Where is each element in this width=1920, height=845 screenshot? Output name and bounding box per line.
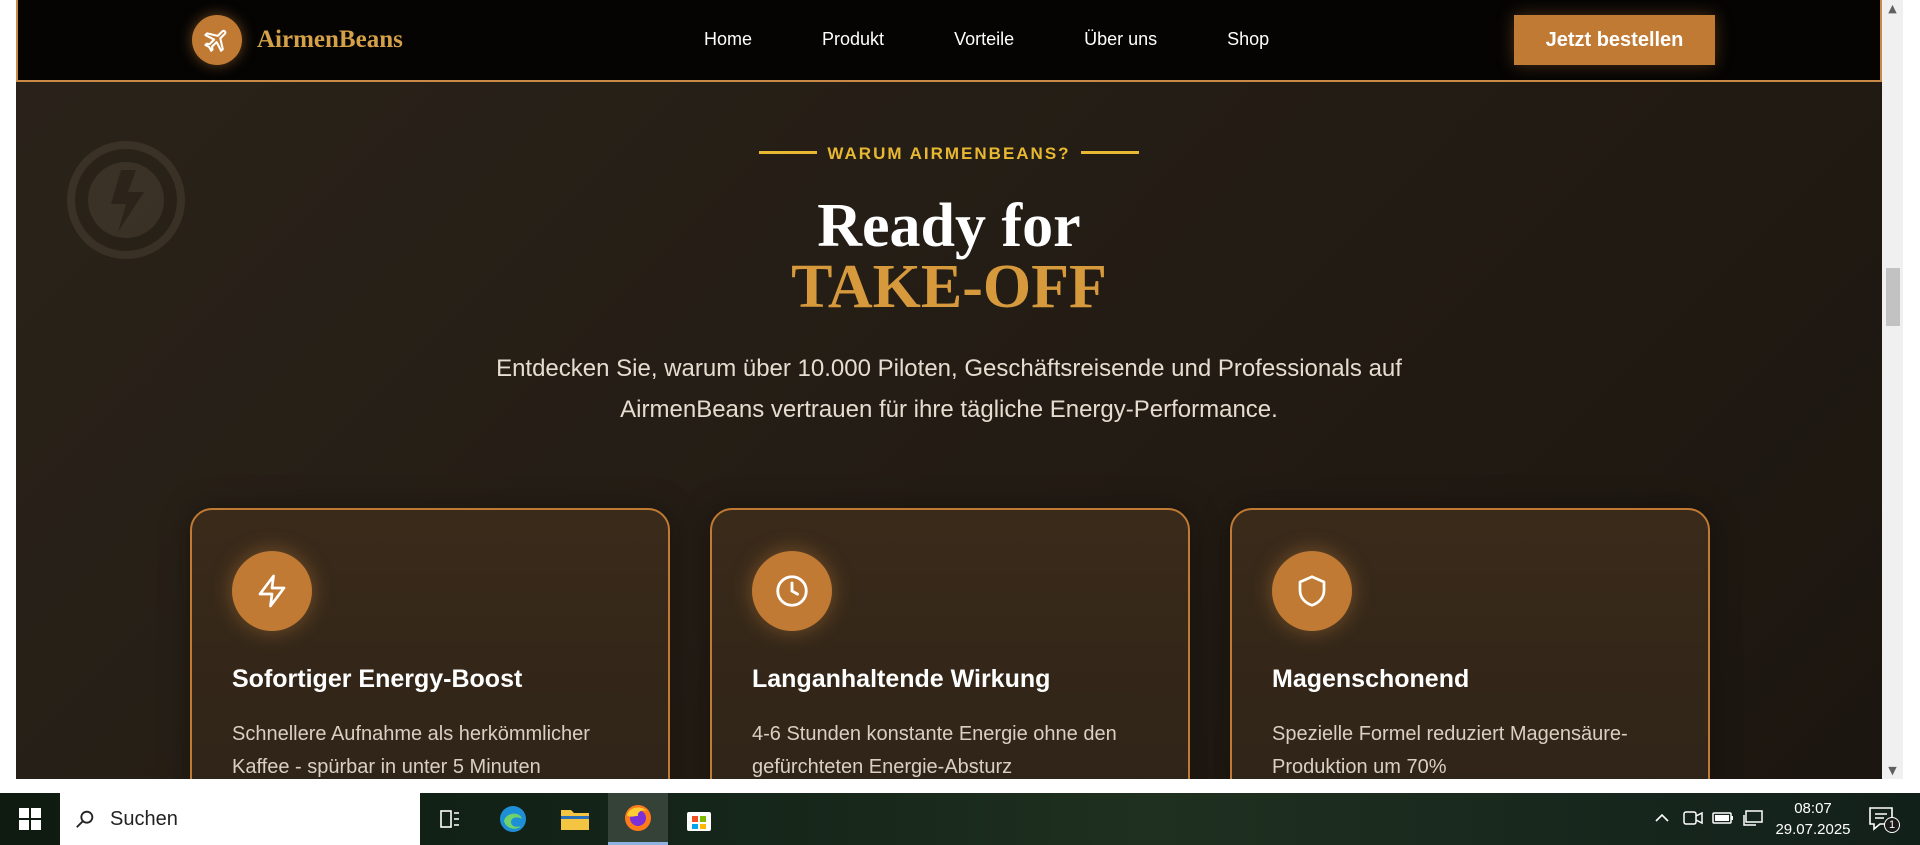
logo-badge[interactable]	[192, 15, 242, 65]
window-left-edge	[0, 0, 16, 779]
tray-chevron-up-icon[interactable]	[1652, 808, 1672, 833]
eyebrow-text: WARUM AIRMENBEANS?	[827, 144, 1071, 163]
store-icon	[687, 812, 711, 831]
feature-card-text: Spezielle Formel reduziert Magensäure-Pr…	[1272, 723, 1628, 778]
shield-icon	[1272, 551, 1352, 631]
nav-item-vorteile[interactable]: Vorteile	[954, 29, 1014, 50]
scrollbar-thumb[interactable]	[1886, 268, 1900, 326]
feature-card-title: Sofortiger Energy-Boost	[232, 665, 523, 693]
feature-card-text: 4-6 Stunden konstante Energie ohne den g…	[752, 723, 1117, 778]
main-nav: Home Produkt Vorteile Über uns Shop	[704, 29, 1339, 50]
search-placeholder: Suchen	[110, 807, 178, 830]
taskbar-file-explorer[interactable]	[545, 793, 605, 845]
clock-date: 29.07.2025	[1775, 821, 1851, 838]
clock-time: 08:07	[1794, 800, 1832, 817]
scroll-up-arrow-icon[interactable]: ▲	[1882, 0, 1903, 17]
vertical-scrollbar[interactable]: ▲ ▼	[1882, 0, 1903, 779]
site-header: AirmenBeans Home Produkt Vorteile Über u…	[16, 0, 1882, 82]
edge-browser-icon	[500, 806, 526, 832]
logo-text[interactable]: AirmenBeans	[257, 26, 403, 54]
battery-icon[interactable]	[1712, 808, 1734, 833]
taskbar-store[interactable]	[669, 793, 729, 845]
nav-item-home[interactable]: Home	[704, 29, 752, 50]
taskbar: Suchen 08:07 29.07.2025 1	[0, 793, 1920, 845]
eyebrow-line-right	[1080, 151, 1139, 155]
feature-card-stomach-friendly: Magenschonend Spezielle Formel reduziert…	[1230, 508, 1710, 779]
clock-icon	[752, 551, 832, 631]
scroll-down-arrow-icon[interactable]: ▼	[1882, 762, 1903, 779]
lightning-icon	[232, 551, 312, 631]
taskbar-search[interactable]: Suchen	[60, 793, 420, 845]
order-now-button[interactable]: Jetzt bestellen	[1514, 15, 1715, 65]
task-view-icon	[440, 810, 459, 828]
feature-card-title: Langanhaltende Wirkung	[752, 665, 1051, 693]
headline-line-1: Ready for	[817, 192, 1081, 260]
start-button[interactable]	[0, 793, 60, 845]
headline-line-2: TAKE-OFF	[791, 253, 1107, 321]
nav-item-shop[interactable]: Shop	[1227, 29, 1269, 50]
section-lead: Entdecken Sie, warum über 10.000 Piloten…	[496, 355, 1402, 423]
window-right-edge	[1903, 0, 1920, 793]
windows-icon	[19, 808, 41, 830]
folder-icon	[561, 810, 589, 830]
network-icon[interactable]	[1742, 808, 1764, 833]
window-bottom-edge	[0, 779, 1920, 793]
airplane-icon	[204, 29, 227, 52]
notification-center-button[interactable]: 1	[1868, 805, 1900, 838]
taskbar-clock[interactable]: 08:07 29.07.2025	[1768, 798, 1858, 840]
taskbar-edge[interactable]	[483, 793, 543, 845]
firefox-icon	[625, 804, 651, 831]
page-viewport: AirmenBeans Home Produkt Vorteile Über u…	[16, 0, 1882, 779]
feature-card-long-lasting: Langanhaltende Wirkung 4-6 Stunden konst…	[710, 508, 1190, 779]
feature-card-title: Magenschonend	[1272, 665, 1470, 693]
nav-item-produkt[interactable]: Produkt	[822, 29, 884, 50]
section-eyebrow: WARUM AIRMENBEANS?	[16, 144, 1882, 164]
task-view-button[interactable]	[420, 793, 480, 845]
nav-item-ueber-uns[interactable]: Über uns	[1084, 29, 1157, 50]
feature-card-text: Schnellere Aufnahme als herkömmlicher Ka…	[232, 723, 590, 778]
eyebrow-line-left	[759, 151, 818, 155]
notification-count: 1	[1884, 817, 1900, 833]
meet-now-icon[interactable]	[1682, 808, 1704, 833]
taskbar-firefox[interactable]	[608, 793, 668, 845]
search-icon	[76, 810, 94, 828]
feature-card-energy-boost: Sofortiger Energy-Boost Schnellere Aufna…	[190, 508, 670, 779]
